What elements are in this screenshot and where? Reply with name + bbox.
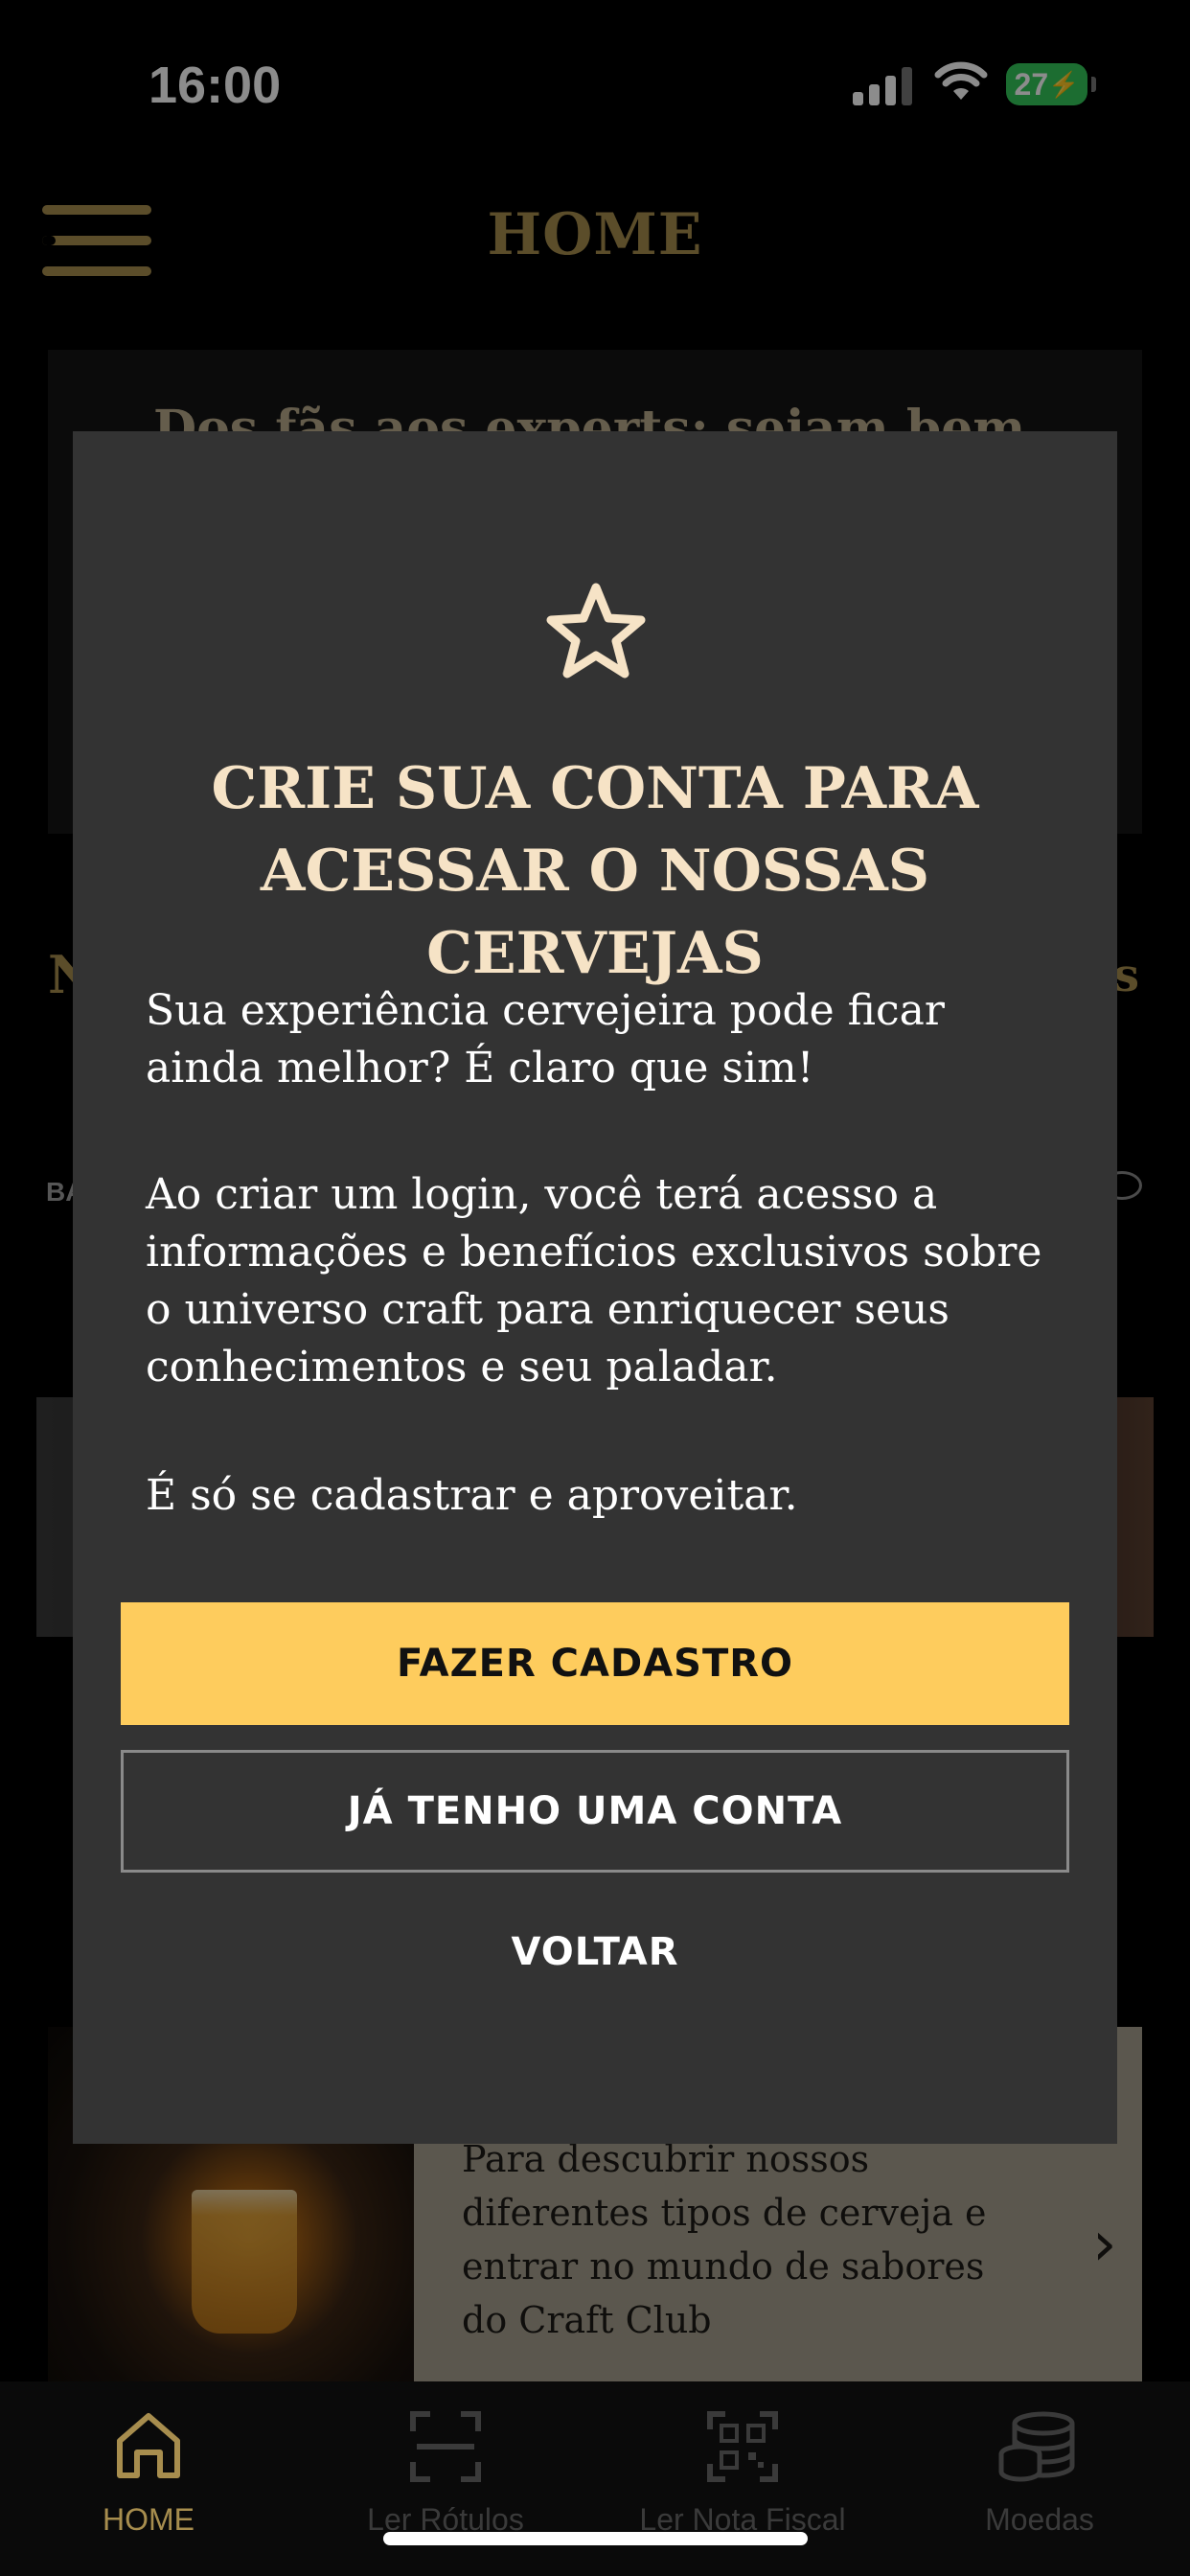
home-indicator[interactable] (383, 2532, 808, 2545)
tab-home[interactable]: HOME (0, 2381, 297, 2544)
tab-coins[interactable]: Moedas (891, 2381, 1188, 2544)
qr-code-icon (704, 2408, 781, 2490)
login-button[interactable]: JÁ TENHO UMA CONTA (121, 1750, 1069, 1873)
tab-read-receipt[interactable]: Ler Nota Fiscal (594, 2381, 891, 2544)
sign-up-button[interactable]: FAZER CADASTRO (121, 1602, 1069, 1725)
scan-icon (407, 2408, 484, 2490)
star-icon (542, 580, 650, 683)
back-button[interactable]: VOLTAR (121, 1899, 1069, 2005)
tab-read-labels[interactable]: Ler Rótulos (297, 2381, 594, 2544)
modal-paragraph: Ao criar um login, você terá acesso a in… (146, 1170, 1042, 1392)
modal-body: Sua experiência cervejeira pode ficar ai… (146, 982, 1065, 1594)
modal-paragraph: Sua experiência cervejeira pode ficar ai… (146, 986, 945, 1092)
home-icon (112, 2408, 185, 2486)
tab-bar: HOME Ler Rótulos Ler Nota Fiscal Moedas (0, 2381, 1190, 2576)
modal-title: CRIE SUA CONTA PARA ACESSAR O NOSSAS CER… (211, 755, 979, 987)
create-account-modal: CRIE SUA CONTA PARA ACESSAR O NOSSAS CER… (73, 431, 1117, 2144)
coins-icon (995, 2408, 1084, 2490)
modal-paragraph: É só se cadastrar e aproveitar. (146, 1471, 798, 1520)
tab-label: Moedas (985, 2502, 1094, 2537)
tab-label: HOME (103, 2502, 195, 2537)
